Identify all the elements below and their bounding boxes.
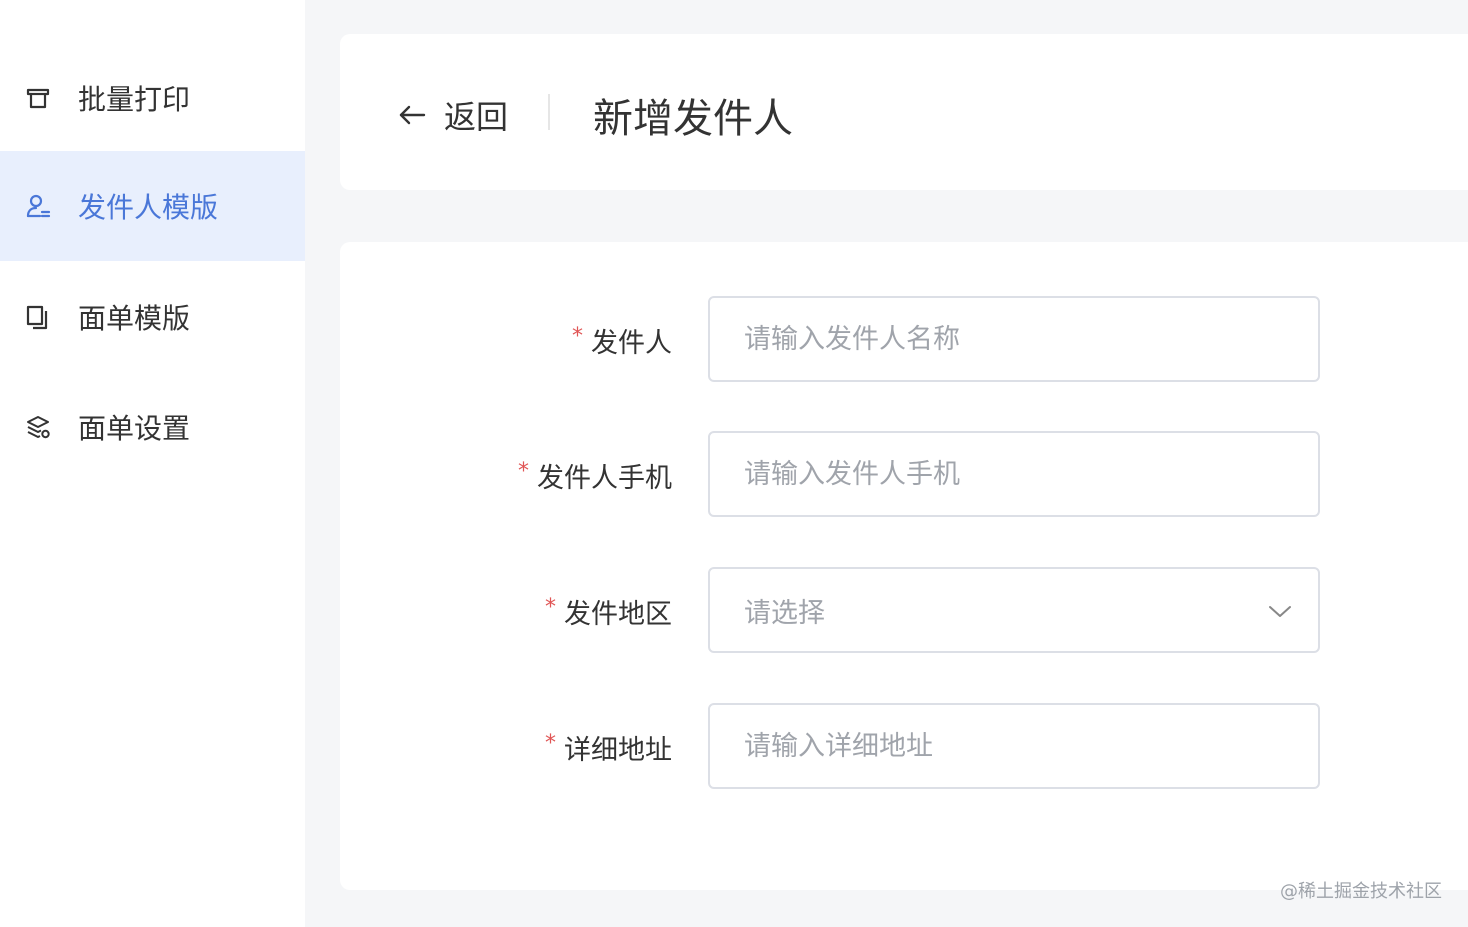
sidebar-item-waybill-template[interactable]: 面单模版 — [0, 262, 305, 372]
form-label-text: 发件人 — [591, 327, 672, 359]
copy-icon — [24, 303, 52, 331]
form-label-text: 发件地区 — [564, 598, 672, 630]
layers-settings-icon — [24, 413, 52, 441]
form-label-text: 发件人手机 — [537, 462, 672, 494]
required-mark: * — [545, 594, 556, 620]
form-row-sender-name: * 发件人 — [340, 296, 1468, 384]
sender-region-select[interactable]: 请选择 — [708, 567, 1320, 653]
form-label: * 发件人 — [572, 296, 672, 384]
page-header: 返回 新增发件人 — [340, 34, 1468, 190]
form-label: * 发件地区 — [545, 567, 672, 655]
header-divider — [548, 94, 550, 130]
back-label: 返回 — [444, 98, 509, 136]
sidebar-item-label: 面单模版 — [78, 302, 191, 335]
sender-phone-input[interactable] — [708, 431, 1320, 517]
sidebar: 批量打印 发件人模版 面单模版 面单设置 — [0, 0, 305, 927]
form-label: * 详细地址 — [545, 703, 672, 791]
form-row-sender-region: * 发件地区 请选择 — [340, 567, 1468, 655]
sender-name-input[interactable] — [708, 296, 1320, 382]
sidebar-item-label: 发件人模版 — [78, 191, 219, 224]
page-title: 新增发件人 — [593, 96, 793, 142]
watermark: @稀土掘金技术社区 — [1280, 881, 1442, 902]
sidebar-item-label: 面单设置 — [78, 412, 191, 445]
back-button[interactable]: 返回 — [396, 92, 508, 138]
sidebar-item-sender-template[interactable]: 发件人模版 — [0, 151, 305, 261]
select-placeholder: 请选择 — [744, 597, 825, 629]
form-row-detail-address: * 详细地址 — [340, 703, 1468, 791]
sender-form: * 发件人 * 发件人手机 * 发件地区 请选择 — [340, 242, 1468, 890]
printer-icon — [24, 84, 52, 112]
arrow-left-icon — [396, 99, 428, 131]
chevron-down-icon — [1266, 597, 1294, 625]
sidebar-item-batch-print[interactable]: 批量打印 — [0, 43, 305, 153]
app-root: 批量打印 发件人模版 面单模版 面单设置 返回 新增发件人 * 发件人 请输入发… — [0, 0, 1468, 927]
required-mark: * — [572, 323, 583, 349]
required-mark: * — [545, 730, 556, 756]
sidebar-item-waybill-settings[interactable]: 面单设置 — [0, 372, 305, 482]
form-row-sender-phone: * 发件人手机 — [340, 431, 1468, 519]
form-label: * 发件人手机 — [518, 431, 672, 519]
form-label-text: 详细地址 — [564, 734, 672, 766]
required-mark: * — [518, 458, 529, 484]
sidebar-item-label: 批量打印 — [78, 83, 191, 116]
detail-address-input[interactable] — [708, 703, 1320, 789]
user-icon — [24, 192, 52, 220]
